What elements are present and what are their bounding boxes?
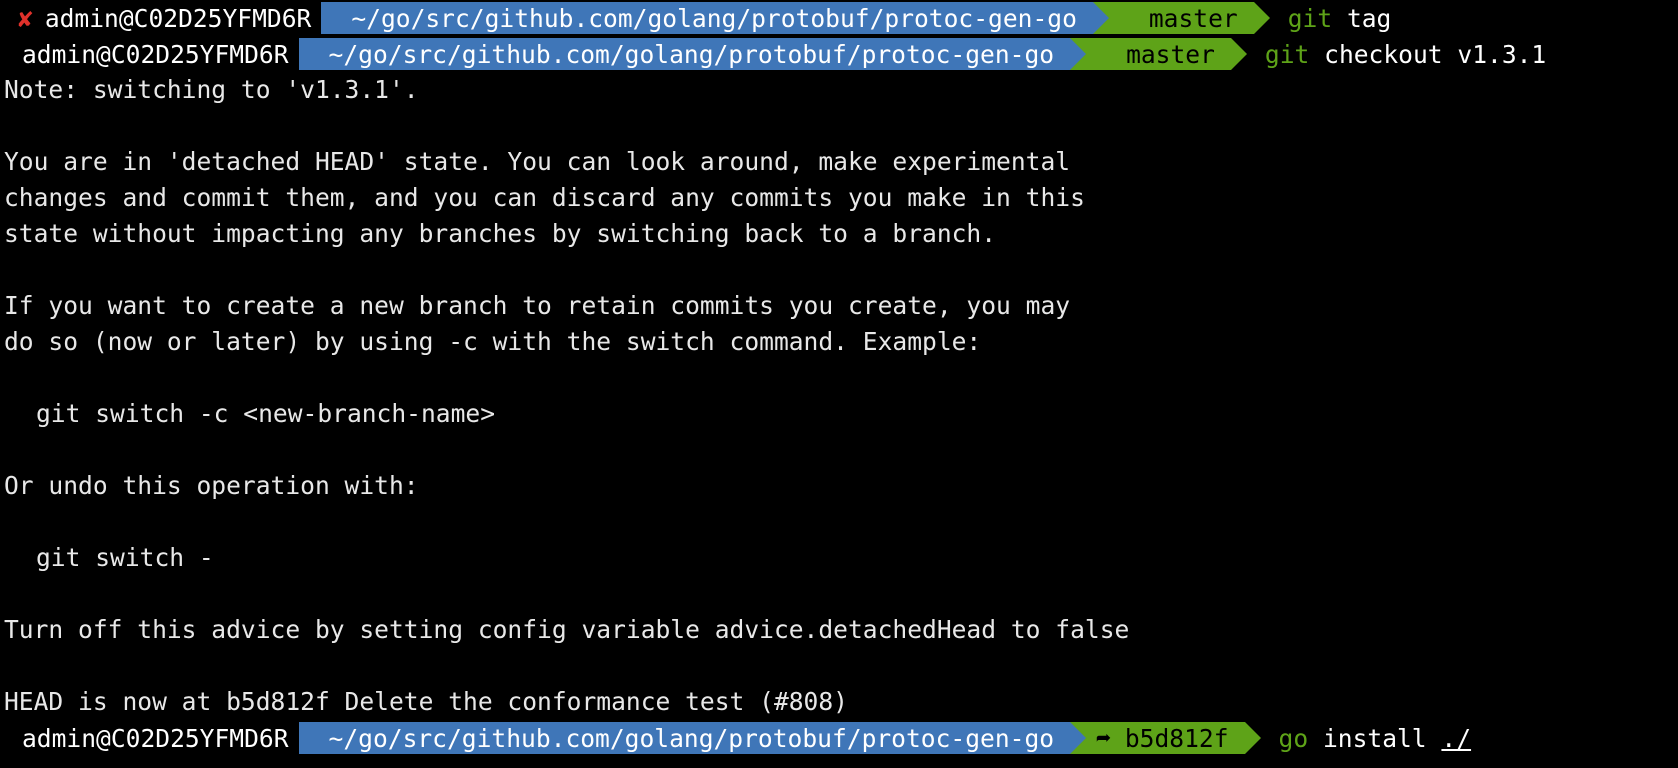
output-line: changes and commit them, and you can dis…: [4, 183, 1085, 212]
command-name: git: [1287, 3, 1333, 33]
prompt-line: ✘ admin@C02D25YFMD6R ~/go/src/github.com/…: [0, 0, 1678, 87]
branch-icon: [1096, 41, 1112, 123]
segment-separator-icon: [1253, 2, 1270, 34]
segment-separator-icon: [1070, 38, 1087, 70]
command-args: tag: [1332, 3, 1392, 33]
prompt-line: admin@C02D25YFMD6R ~/go/src/github.com/g…: [0, 720, 1678, 756]
current-path: ~/go/src/github.com/golang/protobuf/prot…: [351, 3, 1077, 33]
user-host: admin@C02D25YFMD6R: [22, 723, 289, 753]
prompt-git-segment: master: [1108, 2, 1254, 87]
prompt-git-segment: master: [1086, 38, 1231, 123]
segment-separator-icon: [1070, 722, 1087, 754]
terminal-window[interactable]: ✘ admin@C02D25YFMD6R ~/go/src/github.com/…: [0, 0, 1678, 768]
prompt-path-segment: ~/go/src/github.com/golang/protobuf/prot…: [298, 38, 1071, 70]
git-branch: master: [1148, 3, 1238, 33]
detached-arrow-icon: ➦: [1096, 723, 1111, 753]
command-input: git tag: [1270, 4, 1392, 33]
output-line: Note: switching to 'v1.3.1'.: [4, 75, 419, 104]
prompt-line: admin@C02D25YFMD6R ~/go/src/github.com/g…: [0, 36, 1678, 123]
current-path: ~/go/src/github.com/golang/protobuf/prot…: [328, 39, 1055, 69]
branch-icon: [1119, 5, 1135, 87]
current-path: ~/go/src/github.com/golang/protobuf/prot…: [328, 723, 1055, 753]
prompt-user-segment: ✘ admin@C02D25YFMD6R: [0, 2, 322, 34]
output-line: HEAD is now at b5d812f Delete the confor…: [4, 687, 848, 716]
prompt-path-segment: ~/go/src/github.com/golang/protobuf/prot…: [321, 2, 1093, 34]
segment-separator-icon: [1092, 2, 1109, 34]
output-line: Or undo this operation with:: [4, 471, 419, 500]
output-line: git switch -: [36, 543, 214, 572]
git-commit-ref: b5d812f: [1124, 723, 1229, 753]
output-line: git switch -c <new-branch-name>: [36, 399, 496, 428]
command-name: go: [1278, 723, 1309, 753]
output-line: state without impacting any branches by …: [4, 219, 997, 248]
user-host: admin@C02D25YFMD6R: [22, 39, 289, 69]
output-line: You are in 'detached HEAD' state. You ca…: [4, 147, 1071, 176]
prompt-path-segment: ~/go/src/github.com/golang/protobuf/prot…: [298, 722, 1071, 754]
output-line: Turn off this advice by setting config v…: [4, 615, 1130, 644]
command-path-arg: ./: [1441, 723, 1472, 753]
user-host: admin@C02D25YFMD6R: [44, 3, 312, 33]
command-input[interactable]: go install ./: [1261, 724, 1472, 753]
command-args: install: [1308, 723, 1442, 753]
prompt-user-segment: admin@C02D25YFMD6R: [0, 722, 299, 754]
prompt-git-segment: ➦ b5d812f: [1086, 722, 1245, 754]
segment-separator-icon: [1244, 722, 1261, 754]
git-branch: master: [1126, 39, 1215, 69]
prompt-user-segment: admin@C02D25YFMD6R: [0, 38, 299, 70]
output-line: do so (now or later) by using -c with th…: [4, 327, 982, 356]
output-line: If you want to create a new branch to re…: [4, 291, 1071, 320]
command-args: checkout v1.3.1: [1309, 39, 1547, 69]
command-input: git checkout v1.3.1: [1247, 40, 1546, 69]
command-name: git: [1264, 39, 1310, 69]
error-status-icon: ✘: [18, 3, 33, 33]
